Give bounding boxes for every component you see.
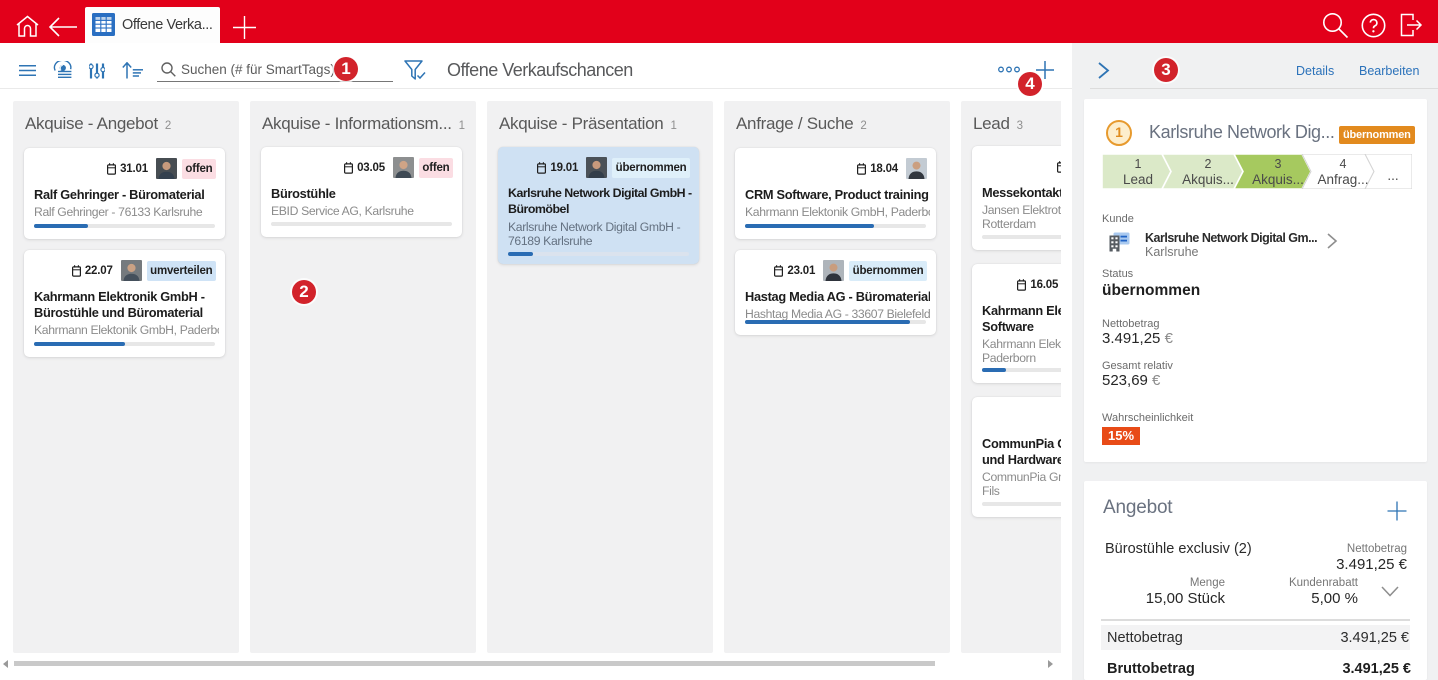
svg-text:Lead: Lead (1123, 172, 1153, 187)
svg-text:Akquis...: Akquis... (1182, 172, 1234, 187)
svg-text:4: 4 (1340, 157, 1347, 171)
svg-text:Anfrag...: Anfrag... (1317, 172, 1368, 187)
svg-text:3: 3 (1275, 157, 1282, 171)
svg-text:1: 1 (1135, 157, 1142, 171)
svg-text:2: 2 (1205, 157, 1212, 171)
svg-text:Akquis...: Akquis... (1252, 172, 1304, 187)
svg-text:...: ... (1387, 168, 1398, 183)
